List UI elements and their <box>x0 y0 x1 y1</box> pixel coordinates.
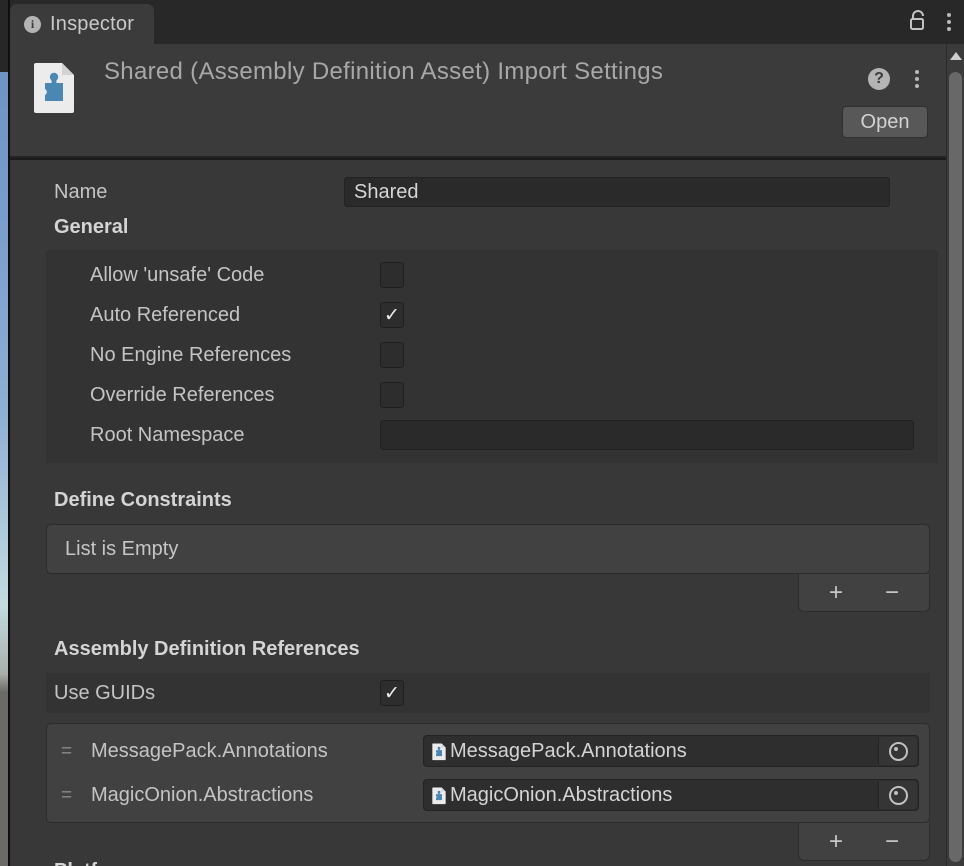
object-picker-icon[interactable] <box>878 781 917 809</box>
assembly-definition-asset-icon <box>30 59 78 115</box>
name-label: Name <box>10 181 344 204</box>
platforms-section-header: Platf <box>54 860 97 866</box>
general-section-header: General <box>10 216 946 239</box>
list-item[interactable]: = MessagePack.Annotations MessagePack.An… <box>47 729 929 773</box>
list-item[interactable]: = MagicOnion.Abstractions MagicOnion.Abs… <box>47 773 929 817</box>
window-left-edge-lower <box>0 692 8 866</box>
use-guids-label: Use GUIDs <box>46 682 380 705</box>
auto-referenced-checkbox[interactable]: ✓ <box>380 302 404 328</box>
use-guids-checkbox[interactable]: ✓ <box>380 680 404 706</box>
kebab-menu-icon[interactable] <box>910 67 924 91</box>
use-guids-panel: Use GUIDs ✓ <box>46 673 930 713</box>
asset-header: Shared (Assembly Definition Asset) Impor… <box>10 44 946 158</box>
scroll-up-arrow-icon[interactable] <box>950 52 962 60</box>
help-icon[interactable]: ? <box>868 68 890 90</box>
root-namespace-label: Root Namespace <box>46 424 380 447</box>
override-references-checkbox[interactable] <box>380 382 404 408</box>
info-icon: i <box>24 16 41 33</box>
assembly-reference-object-name: MessagePack.Annotations <box>447 740 687 763</box>
auto-referenced-label: Auto Referenced <box>46 304 380 327</box>
assembly-reference-label: MagicOnion.Abstractions <box>83 784 423 807</box>
page-title: Shared (Assembly Definition Asset) Impor… <box>104 58 663 86</box>
assembly-reference-object-field[interactable]: MessagePack.Annotations <box>423 735 919 767</box>
unlock-icon[interactable] <box>908 8 928 37</box>
drag-handle-icon[interactable]: = <box>61 742 83 761</box>
vertical-scrollbar[interactable] <box>946 44 964 866</box>
define-constraints-header: Define Constraints <box>10 489 946 512</box>
tab-inspector-label: Inspector <box>50 13 134 36</box>
use-guids-row: Use GUIDs ✓ <box>46 673 930 713</box>
general-panel: Allow 'unsafe' Code Auto Referenced ✓ No… <box>46 250 938 463</box>
tab-bar: i Inspector <box>10 0 964 44</box>
inspector-window: i Inspector Shared (Assembly Defini <box>0 0 964 866</box>
no-engine-references-label: No Engine References <box>46 344 380 367</box>
define-constraints-empty-label: List is Empty <box>47 525 929 561</box>
tab-inspector[interactable]: i Inspector <box>10 4 154 44</box>
assembly-references-add-button[interactable]: + <box>825 830 847 854</box>
name-row: Name Shared <box>10 172 946 212</box>
define-constraints-list-footer: + − <box>798 574 930 612</box>
no-engine-references-row: No Engine References <box>46 335 938 375</box>
object-picker-icon[interactable] <box>878 737 917 765</box>
name-input[interactable]: Shared <box>344 177 890 207</box>
define-constraints-remove-button[interactable]: − <box>881 581 903 605</box>
assembly-references-remove-button[interactable]: − <box>881 830 903 854</box>
allow-unsafe-code-checkbox[interactable] <box>380 262 404 288</box>
no-engine-references-checkbox[interactable] <box>380 342 404 368</box>
override-references-row: Override References <box>46 375 938 415</box>
define-constraints-list[interactable]: List is Empty <box>46 524 930 574</box>
scrollbar-thumb[interactable] <box>949 72 962 862</box>
allow-unsafe-code-label: Allow 'unsafe' Code <box>46 264 380 287</box>
assembly-references-list: = MessagePack.Annotations MessagePack.An… <box>46 723 930 823</box>
auto-referenced-row: Auto Referenced ✓ <box>46 295 938 335</box>
define-constraints-add-button[interactable]: + <box>825 581 847 605</box>
assembly-reference-object-name: MagicOnion.Abstractions <box>447 784 672 807</box>
override-references-label: Override References <box>46 384 380 407</box>
assembly-reference-label: MessagePack.Annotations <box>83 740 423 763</box>
open-button[interactable]: Open <box>842 106 928 138</box>
drag-handle-icon[interactable]: = <box>61 786 83 805</box>
tab-bar-actions <box>908 0 956 44</box>
allow-unsafe-code-row: Allow 'unsafe' Code <box>46 255 938 295</box>
kebab-menu-icon[interactable] <box>942 10 956 34</box>
window-left-edge-highlight <box>0 72 8 692</box>
window-left-edge-top <box>0 0 8 72</box>
assembly-references-header: Assembly Definition References <box>10 638 946 661</box>
root-namespace-row: Root Namespace <box>46 415 938 455</box>
root-namespace-input[interactable] <box>380 420 914 450</box>
assembly-references-list-footer: + − <box>798 823 930 861</box>
inspector-body: Name Shared General Allow 'unsafe' Code … <box>10 160 946 866</box>
assembly-reference-object-field[interactable]: MagicOnion.Abstractions <box>423 779 919 811</box>
assembly-definition-asset-icon <box>431 742 447 761</box>
assembly-definition-asset-icon <box>431 786 447 805</box>
